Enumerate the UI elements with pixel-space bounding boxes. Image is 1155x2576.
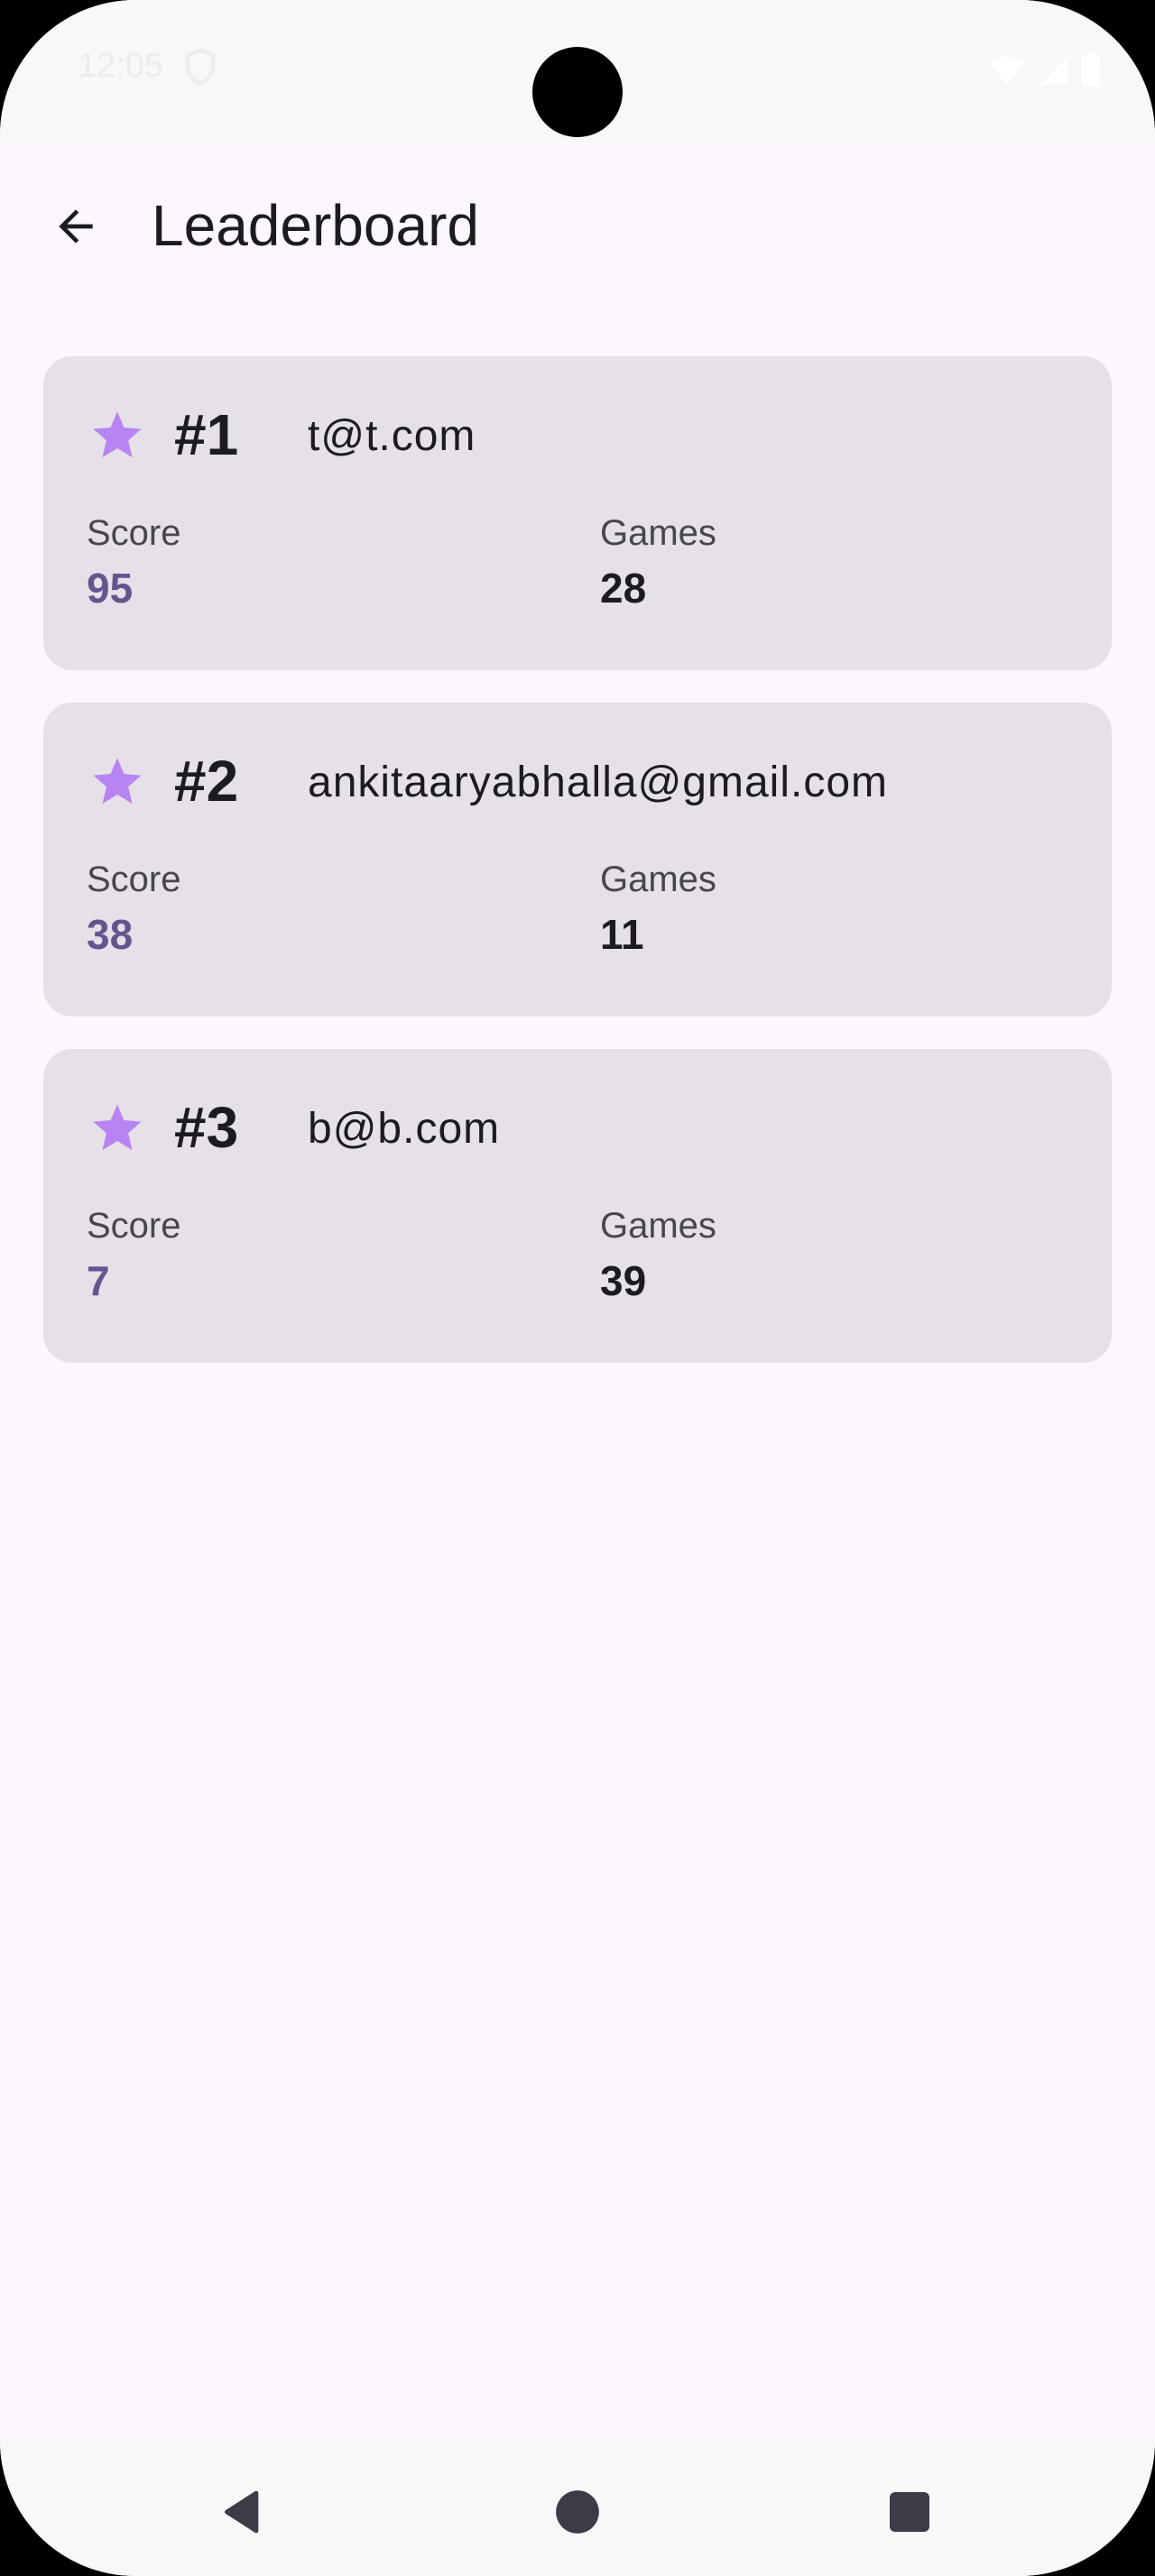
recents-square-icon [890, 2492, 929, 2532]
star-icon [93, 758, 142, 804]
games-value: 39 [600, 1257, 647, 1304]
shield-icon [185, 49, 216, 85]
score-label: Score [87, 513, 181, 553]
player-email: t@t.com [308, 412, 476, 460]
star-icon [93, 411, 142, 457]
score-label: Score [87, 1206, 181, 1246]
top-app-bar: Leaderboard [0, 140, 1155, 311]
home-circle-icon [556, 2490, 599, 2534]
status-icons [987, 52, 1101, 87]
score-value: 95 [87, 565, 134, 612]
status-time: 12:05 [78, 47, 164, 85]
leaderboard-card[interactable]: #1 t@t.com Score 95 Games 28 [43, 356, 1112, 670]
score-label: Score [87, 860, 181, 899]
wifi-icon [989, 56, 1025, 85]
leaderboard-card[interactable]: #2 ankitaaryabhalla@gmail.com Score 38 G… [43, 703, 1112, 1017]
nav-back-button[interactable] [208, 2476, 280, 2548]
status-bar: 12:05 [0, 0, 1155, 140]
games-label: Games [600, 1206, 716, 1246]
arrow-back-icon [59, 209, 93, 244]
rank-label: #1 [174, 402, 239, 467]
leaderboard-list: #1 t@t.com Score 95 Games 28 #2 ankitaar… [43, 356, 1112, 1395]
back-button[interactable] [40, 190, 112, 262]
score-value: 38 [87, 911, 134, 958]
score-value: 7 [87, 1257, 110, 1304]
rank-label: #3 [174, 1095, 239, 1160]
phone-screen: 12:05 Leaderboard #1 t@t.com Score 95 Ga… [0, 0, 1155, 2576]
battery-icon [1082, 52, 1100, 87]
games-value: 11 [600, 911, 644, 958]
rank-label: #2 [174, 749, 239, 814]
nav-recents-button[interactable] [873, 2476, 946, 2548]
page-title: Leaderboard [152, 193, 479, 258]
leaderboard-card[interactable]: #3 b@b.com Score 7 Games 39 [43, 1049, 1112, 1363]
star-icon [93, 1104, 142, 1150]
nav-home-button[interactable] [541, 2476, 614, 2548]
player-email: ankitaaryabhalla@gmail.com [308, 759, 889, 806]
front-camera [532, 47, 623, 137]
games-label: Games [600, 860, 716, 899]
player-email: b@b.com [308, 1105, 501, 1153]
games-value: 28 [600, 565, 647, 612]
games-label: Games [600, 513, 716, 553]
signal-icon [1040, 56, 1068, 85]
system-navigation-bar [0, 2440, 1155, 2576]
back-triangle-icon [225, 2490, 259, 2534]
